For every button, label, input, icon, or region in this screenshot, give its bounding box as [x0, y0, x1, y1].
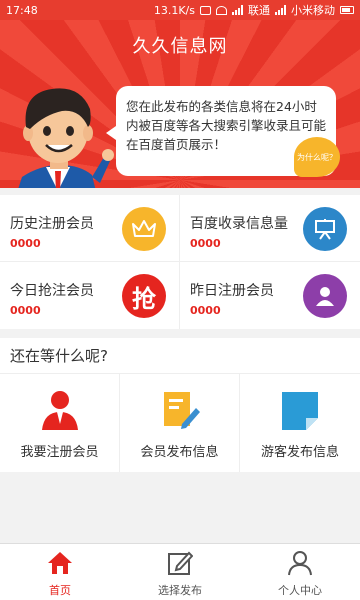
user-icon [303, 274, 347, 318]
status-bar: 17:48 13.1K/s 联通 小米移动 [0, 0, 360, 20]
page-title: 久久信息网 [132, 36, 228, 57]
stat-value: 0000 [190, 237, 221, 250]
stats-grid: 历史注册会员 0000 百度收录信息量 0000 今日抢注会员 0000 抢 昨… [0, 195, 360, 329]
stat-value: 0000 [10, 237, 41, 250]
tab-personal-center-label: 个人中心 [278, 584, 322, 597]
guest-post-button[interactable]: 游客发布信息 [240, 374, 360, 472]
carrier-label: 联通 [248, 4, 270, 17]
stat-label: 百度收录信息量 [190, 216, 288, 232]
hero-banner: 久久信息网 您在此发布的各类信息将在24小时内被百度等各大搜索引擎收录且可能在百… [0, 20, 360, 188]
call-to-action-section: 还在等什么呢? 我要注册会员 会员发布信息 游客发布信息 [0, 338, 360, 472]
bottom-tab-bar: 首页 选择发布 个人中心 [0, 543, 360, 600]
status-time: 17:48 [6, 3, 38, 17]
stat-baidu-indexed[interactable]: 百度收录信息量 0000 [180, 195, 360, 262]
register-member-label: 我要注册会员 [20, 445, 99, 460]
stat-value: 0000 [10, 304, 41, 317]
stat-value: 0000 [190, 304, 221, 317]
stat-today-members[interactable]: 今日抢注会员 0000 抢 [0, 262, 180, 329]
signal-icon-2 [275, 5, 286, 15]
alarm-icon [200, 5, 211, 15]
tab-home[interactable]: 首页 [0, 544, 120, 600]
carrier-label-2: 小米移动 [291, 4, 335, 17]
member-register-icon [41, 391, 78, 430]
member-post-label: 会员发布信息 [140, 445, 219, 460]
battery-icon [340, 6, 354, 14]
network-speed: 13.1K/s [153, 3, 195, 17]
signal-icon [232, 5, 243, 15]
wifi-icon [216, 5, 227, 15]
guest-post-label: 游客发布信息 [260, 445, 339, 460]
member-post-icon [163, 392, 200, 429]
register-member-button[interactable]: 我要注册会员 [0, 374, 120, 472]
presentation-board-icon [303, 207, 347, 251]
edit-icon [168, 551, 193, 575]
tab-home-label: 首页 [49, 584, 71, 597]
stat-label: 昨日注册会员 [190, 283, 274, 299]
stat-history-members[interactable]: 历史注册会员 0000 [0, 195, 180, 262]
grab-icon: 抢 [122, 274, 166, 318]
grab-icon-char: 抢 [132, 284, 156, 313]
stat-label: 历史注册会员 [10, 216, 94, 232]
stat-yesterday-members[interactable]: 昨日注册会员 0000 [180, 262, 360, 329]
home-icon [48, 552, 72, 574]
crown-icon [122, 207, 166, 251]
stat-label: 今日抢注会员 [10, 283, 94, 299]
why-badge[interactable]: 为什么呢？ [294, 137, 340, 177]
member-post-button[interactable]: 会员发布信息 [120, 374, 240, 472]
tab-choose-publish-label: 选择发布 [158, 584, 202, 597]
tab-personal-center[interactable]: 个人中心 [240, 544, 360, 600]
guest-post-icon [282, 392, 318, 430]
section-title: 还在等什么呢? [0, 338, 360, 374]
tab-choose-publish[interactable]: 选择发布 [120, 544, 240, 600]
mascot-illustration [18, 88, 114, 188]
person-icon [288, 551, 312, 576]
